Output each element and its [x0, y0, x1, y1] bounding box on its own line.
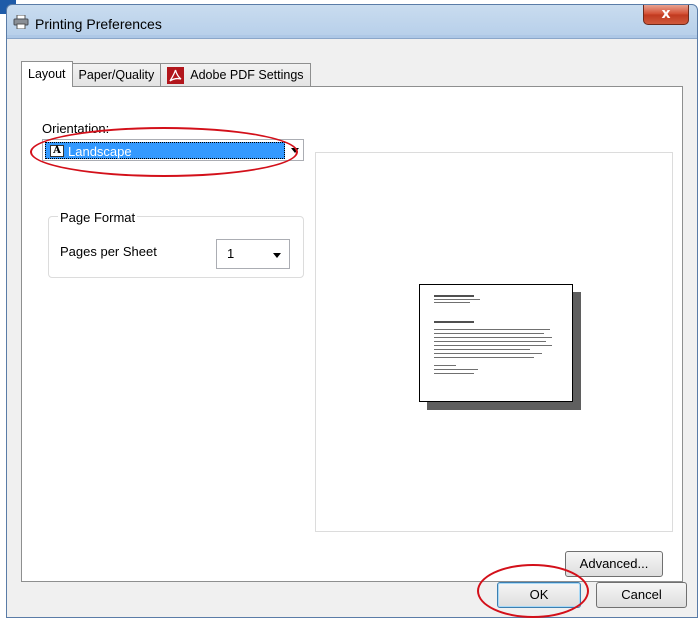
layout-panel: Orientation: A Landscape Page Format Pag…: [21, 86, 683, 582]
preview-line: [434, 337, 552, 338]
preview-line: [434, 365, 456, 366]
tab-layout[interactable]: Layout: [21, 61, 73, 87]
preview-line: [434, 353, 542, 354]
preview-line: [434, 373, 474, 374]
cancel-button[interactable]: Cancel: [596, 582, 687, 608]
preview-page: [419, 284, 573, 402]
preview-line: [434, 349, 530, 350]
preview-line: [434, 341, 546, 342]
dialog-client-area: Layout Paper/Quality Adobe PDF Settings …: [7, 38, 697, 618]
preview-line: [434, 302, 470, 303]
preview-line: [434, 357, 534, 358]
tab-layout-label: Layout: [28, 67, 66, 81]
tab-paper-quality-label: Paper/Quality: [78, 68, 155, 82]
preview-line: [434, 345, 552, 346]
preview-line: [434, 333, 544, 334]
close-icon: x: [661, 6, 671, 22]
page-format-title: Page Format: [58, 210, 138, 225]
preview-line: [434, 321, 474, 323]
tab-paper-quality[interactable]: Paper/Quality: [71, 63, 162, 87]
title-bar[interactable]: Printing Preferences x: [7, 5, 697, 37]
preview-line: [434, 295, 474, 297]
preview-line: [434, 299, 480, 300]
pages-per-sheet-label: Pages per Sheet: [60, 244, 157, 259]
advanced-button[interactable]: Advanced...: [565, 551, 663, 577]
adobe-pdf-icon: [167, 67, 185, 84]
printing-preferences-dialog: Printing Preferences x Layout Paper/Qual…: [6, 4, 698, 618]
preview-line: [434, 369, 478, 370]
layout-preview: [315, 152, 673, 532]
pages-per-sheet-value: 1: [227, 246, 235, 261]
tab-strip: Layout Paper/Quality Adobe PDF Settings: [21, 61, 311, 87]
highlight-ellipse-orientation: [30, 127, 298, 177]
chevron-down-icon: [273, 253, 281, 258]
highlight-ellipse-ok: [477, 564, 589, 618]
preview-line: [434, 329, 550, 330]
advanced-button-label: Advanced...: [579, 556, 649, 571]
pages-per-sheet-dropdown[interactable]: 1: [216, 239, 290, 269]
window-title: Printing Preferences: [35, 16, 162, 32]
close-button[interactable]: x: [643, 5, 689, 25]
tab-adobe-pdf-settings[interactable]: Adobe PDF Settings: [160, 63, 311, 87]
tab-adobe-pdf-settings-label: Adobe PDF Settings: [190, 68, 304, 82]
printer-icon: [13, 14, 29, 30]
cancel-button-label: Cancel: [621, 587, 662, 602]
